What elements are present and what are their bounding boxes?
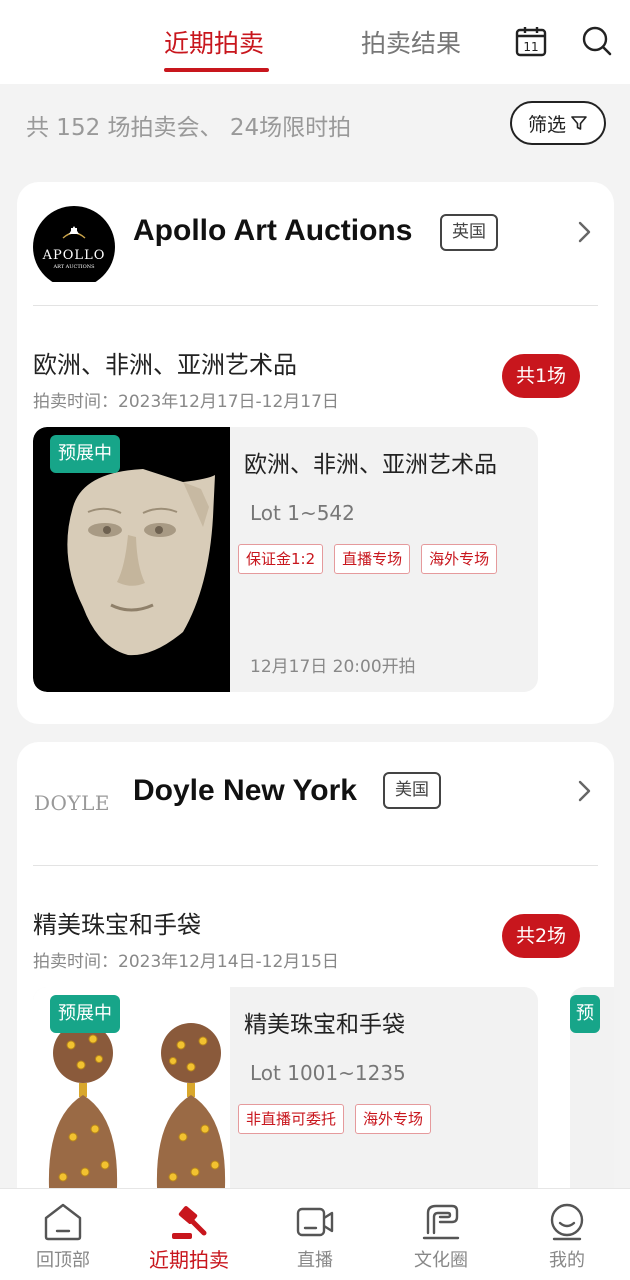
chevron-right-icon[interactable] <box>577 779 593 803</box>
status-badge-preview: 预展中 <box>50 435 120 473</box>
session-card[interactable]: 预展中 欧洲、非洲、亚洲艺术品 Lot 1~542 保证金1:2 直播专场 海外… <box>33 427 538 692</box>
auction-house-name[interactable]: Doyle New York <box>133 774 357 808</box>
culture-circle-icon <box>422 1204 460 1240</box>
gavel-icon <box>172 1206 207 1239</box>
status-badge-preview: 预展中 <box>50 995 120 1033</box>
calendar-icon[interactable]: 11 <box>514 24 548 58</box>
country-tag: 英国 <box>440 214 498 251</box>
svg-text:APOLLO: APOLLO <box>42 248 106 263</box>
session-lot-range: Lot 1~542 <box>250 501 355 525</box>
session-title: 精美珠宝和手袋 <box>244 1012 405 1038</box>
chevron-right-icon[interactable] <box>577 220 593 244</box>
sale-title[interactable]: 欧洲、非洲、亚洲艺术品 <box>33 345 297 380</box>
session-start-time: 12月17日 20:00开拍 <box>250 657 416 677</box>
nav-label: 直播 <box>297 1250 333 1271</box>
sale-title[interactable]: 精美珠宝和手袋 <box>33 905 201 940</box>
top-tab-bar: 近期拍卖 拍卖结果 11 <box>0 0 630 84</box>
sale-time: 拍卖时间：2023年12月14日-12月15日 <box>33 952 339 972</box>
nav-item-profile[interactable]: 我的 <box>504 1189 630 1280</box>
bottom-navigation: 回顶部 近期拍卖 直播 文化圈 我的 <box>0 1188 630 1280</box>
session-image-stone-face: 预展中 <box>33 427 230 692</box>
video-camera-icon <box>296 1207 334 1237</box>
active-tab-indicator <box>164 68 269 72</box>
nav-label: 近期拍卖 <box>149 1248 229 1272</box>
funnel-icon <box>571 116 587 130</box>
nav-label: 回顶部 <box>36 1250 90 1271</box>
filter-label: 筛选 <box>527 113 566 136</box>
nav-item-back-to-top[interactable]: 回顶部 <box>0 1189 126 1280</box>
nav-item-live[interactable]: 直播 <box>252 1189 378 1280</box>
session-tags: 保证金1:2 直播专场 海外专场 <box>238 544 498 574</box>
tab-recent-auctions[interactable]: 近期拍卖 <box>164 24 264 60</box>
search-icon[interactable] <box>580 24 614 58</box>
country-tag: 美国 <box>383 772 441 809</box>
nav-label: 我的 <box>549 1250 585 1271</box>
tab-auction-results[interactable]: 拍卖结果 <box>361 24 461 60</box>
divider <box>33 865 598 866</box>
profile-icon <box>550 1203 584 1241</box>
status-badge-preview: 预 <box>570 995 600 1033</box>
tag-deposit: 保证金1:2 <box>238 544 324 574</box>
tag-overseas: 海外专场 <box>355 1104 432 1134</box>
session-count-badge[interactable]: 共2场 <box>502 914 580 958</box>
back-to-top-icon <box>44 1203 82 1241</box>
session-lot-range: Lot 1001~1235 <box>250 1061 406 1085</box>
session-title: 欧洲、非洲、亚洲艺术品 <box>244 452 497 478</box>
auction-house-name[interactable]: Apollo Art Auctions <box>133 214 412 248</box>
svg-text:ART AUCTIONS: ART AUCTIONS <box>52 264 95 270</box>
tag-live: 直播专场 <box>334 544 411 574</box>
nav-item-recent-auctions[interactable]: 近期拍卖 <box>126 1189 252 1280</box>
doyle-logo: DOYLE <box>33 772 123 848</box>
auction-summary: 共 152 场拍卖会、 24场限时拍 <box>26 115 352 141</box>
auction-house-card: DOYLE Doyle New York 美国 精美珠宝和手袋 拍卖时间：202… <box>17 742 614 1262</box>
session-count-badge[interactable]: 共1场 <box>502 354 580 398</box>
tag-commission: 非直播可委托 <box>238 1104 345 1134</box>
filter-button[interactable]: 筛选 <box>510 101 606 145</box>
sale-time: 拍卖时间：2023年12月17日-12月17日 <box>33 392 339 412</box>
apollo-logo: APOLLO ART AUCTIONS <box>33 206 115 282</box>
calendar-day: 11 <box>523 40 538 54</box>
divider <box>33 305 598 306</box>
auction-house-card: APOLLO ART AUCTIONS Apollo Art Auctions … <box>17 182 614 724</box>
session-tags: 非直播可委托 海外专场 <box>238 1104 432 1134</box>
svg-text:DOYLE: DOYLE <box>34 791 110 815</box>
tag-overseas: 海外专场 <box>421 544 498 574</box>
nav-item-culture-circle[interactable]: 文化圈 <box>378 1189 504 1280</box>
nav-label: 文化圈 <box>414 1250 468 1271</box>
